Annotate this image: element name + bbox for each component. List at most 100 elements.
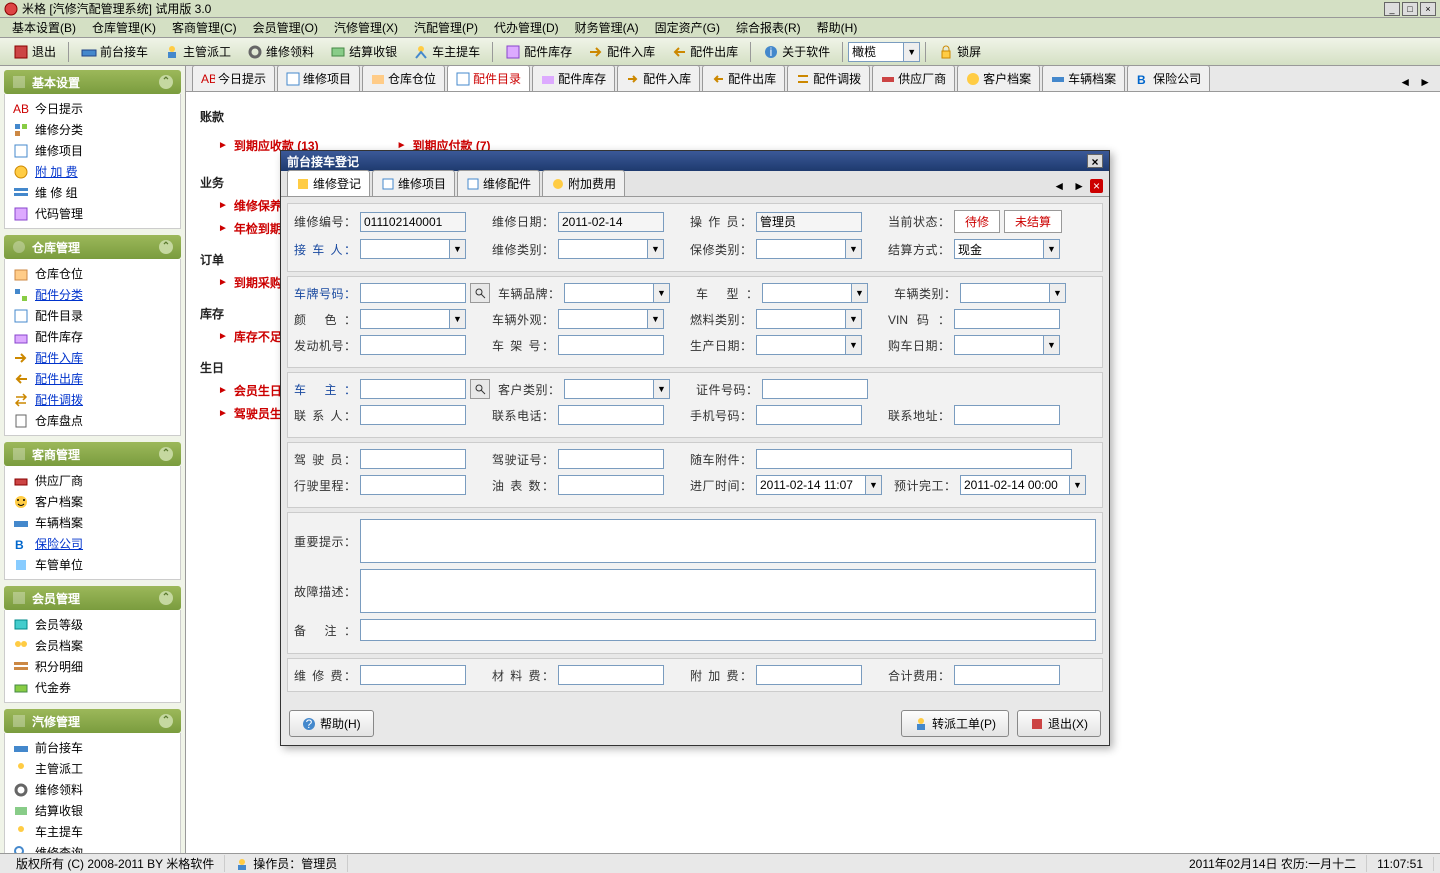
tab-whpos[interactable]: 仓库仓位: [362, 65, 445, 91]
tab-part-stock[interactable]: 配件库存: [532, 65, 615, 91]
tab-supplier[interactable]: 供应厂商: [872, 65, 955, 91]
maximize-button[interactable]: □: [1402, 2, 1418, 16]
sitem-part-cat[interactable]: 配件分类: [5, 284, 180, 305]
sitem-code[interactable]: 代码管理: [5, 203, 180, 224]
color-select[interactable]: [360, 309, 450, 329]
tab-prev[interactable]: ◄: [1396, 75, 1414, 89]
tab-part-transfer[interactable]: 配件调拨: [787, 65, 870, 91]
receiver-select[interactable]: [360, 239, 450, 259]
engine-input[interactable]: [360, 335, 466, 355]
settle-select[interactable]: [954, 239, 1044, 259]
model-select[interactable]: [762, 283, 852, 303]
tab-vehicle[interactable]: 车辆档案: [1042, 65, 1125, 91]
operator-input[interactable]: [756, 212, 862, 232]
sitem-material[interactable]: 维修领料: [5, 779, 180, 800]
repair-type-select[interactable]: [558, 239, 648, 259]
fault-textarea[interactable]: [360, 569, 1096, 613]
transfer-button[interactable]: 转派工单(P): [901, 710, 1009, 737]
tab-part-in[interactable]: 配件入库: [617, 65, 700, 91]
sitem-level[interactable]: 会员等级: [5, 614, 180, 635]
cust-type-select[interactable]: [564, 379, 654, 399]
tab-next[interactable]: ►: [1416, 75, 1434, 89]
plate-input[interactable]: [360, 283, 466, 303]
tab-insurance[interactable]: B保险公司: [1127, 65, 1210, 91]
tb-settle[interactable]: 结算收银: [323, 40, 404, 63]
sitem-insurance[interactable]: B保险公司: [5, 533, 180, 554]
dialog-close-button[interactable]: ×: [1087, 154, 1103, 168]
tb-exit[interactable]: 退出: [6, 40, 63, 63]
tb-lock[interactable]: 锁屏: [931, 40, 988, 63]
menu-parts[interactable]: 汽配管理(P): [406, 17, 486, 38]
tb-about[interactable]: i关于软件: [756, 40, 837, 63]
plate-lookup-button[interactable]: [470, 283, 490, 303]
menu-finance[interactable]: 财务管理(A): [567, 17, 647, 38]
close-button[interactable]: ×: [1420, 2, 1436, 16]
license-input[interactable]: [558, 449, 664, 469]
tb-reception[interactable]: 前台接车: [74, 40, 155, 63]
sec-member-head[interactable]: 会员管理⌃: [4, 586, 181, 610]
chevron-down-icon[interactable]: ▼: [450, 239, 466, 259]
total-fee-input[interactable]: [954, 665, 1060, 685]
address-input[interactable]: [954, 405, 1060, 425]
sitem-member-file[interactable]: 会员档案: [5, 635, 180, 656]
vehicle-type-select[interactable]: [960, 283, 1050, 303]
repair-fee-input[interactable]: [360, 665, 466, 685]
dtab-next[interactable]: ►: [1070, 179, 1088, 193]
repair-date-input[interactable]: [558, 212, 664, 232]
sitem-points[interactable]: 积分明细: [5, 656, 180, 677]
sitem-extra-fee[interactable]: 附 加 费: [5, 161, 180, 182]
minimize-button[interactable]: _: [1384, 2, 1400, 16]
tb-pickup[interactable]: 车主提车: [406, 40, 487, 63]
sitem-settle[interactable]: 结算收银: [5, 800, 180, 821]
sitem-inventory[interactable]: 仓库盘点: [5, 410, 180, 431]
repair-no-input[interactable]: [360, 212, 466, 232]
menu-agent[interactable]: 代办管理(D): [486, 17, 567, 38]
menu-customer[interactable]: 客商管理(C): [164, 17, 245, 38]
dtab-register[interactable]: 维修登记: [287, 170, 370, 196]
sitem-pickup[interactable]: 车主提车: [5, 821, 180, 842]
attach-input[interactable]: [756, 449, 1072, 469]
menu-asset[interactable]: 固定资产(G): [647, 17, 728, 38]
dtab-parts[interactable]: 维修配件: [457, 170, 540, 196]
driver-input[interactable]: [360, 449, 466, 469]
mobile-input[interactable]: [756, 405, 862, 425]
vin-input[interactable]: [954, 309, 1060, 329]
important-textarea[interactable]: [360, 519, 1096, 563]
frame-input[interactable]: [558, 335, 664, 355]
sitem-repair-group[interactable]: 维 修 组: [5, 182, 180, 203]
sitem-reception[interactable]: 前台接车: [5, 737, 180, 758]
sec-customer-head[interactable]: 客商管理⌃: [4, 442, 181, 466]
extra-fee-input[interactable]: [756, 665, 862, 685]
sec-repair-head[interactable]: 汽修管理⌃: [4, 709, 181, 733]
tab-today[interactable]: AB今日提示: [192, 65, 275, 91]
theme-select[interactable]: ▼: [848, 42, 920, 62]
tab-part-out[interactable]: 配件出库: [702, 65, 785, 91]
menu-repair[interactable]: 汽修管理(X): [326, 17, 406, 38]
material-fee-input[interactable]: [558, 665, 664, 685]
owner-lookup-button[interactable]: [470, 379, 490, 399]
remark-textarea[interactable]: [360, 619, 1096, 641]
brand-select[interactable]: [564, 283, 654, 303]
sitem-whpos[interactable]: 仓库仓位: [5, 263, 180, 284]
sitem-today[interactable]: AB今日提示: [5, 98, 180, 119]
tb-stock[interactable]: 配件库存: [498, 40, 579, 63]
sitem-dispatch[interactable]: 主管派工: [5, 758, 180, 779]
tab-cust[interactable]: 客户档案: [957, 65, 1040, 91]
mfg-date-input[interactable]: [756, 335, 846, 355]
owner-input[interactable]: [360, 379, 466, 399]
tb-material[interactable]: 维修领料: [240, 40, 321, 63]
dtab-fee[interactable]: 附加费用: [542, 170, 625, 196]
tb-dispatch[interactable]: 主管派工: [157, 40, 238, 63]
sitem-cust[interactable]: 客户档案: [5, 491, 180, 512]
phone-input[interactable]: [558, 405, 664, 425]
sitem-vehicle[interactable]: 车辆档案: [5, 512, 180, 533]
dtab-item[interactable]: 维修项目: [372, 170, 455, 196]
tb-in[interactable]: 配件入库: [581, 40, 662, 63]
sitem-part-transfer[interactable]: 配件调拨: [5, 389, 180, 410]
tb-out[interactable]: 配件出库: [664, 40, 745, 63]
contact-input[interactable]: [360, 405, 466, 425]
sitem-voucher[interactable]: 代金券: [5, 677, 180, 698]
sitem-repair-cat[interactable]: 维修分类: [5, 119, 180, 140]
menu-report[interactable]: 综合报表(R): [728, 17, 809, 38]
sitem-repair-item[interactable]: 维修项目: [5, 140, 180, 161]
